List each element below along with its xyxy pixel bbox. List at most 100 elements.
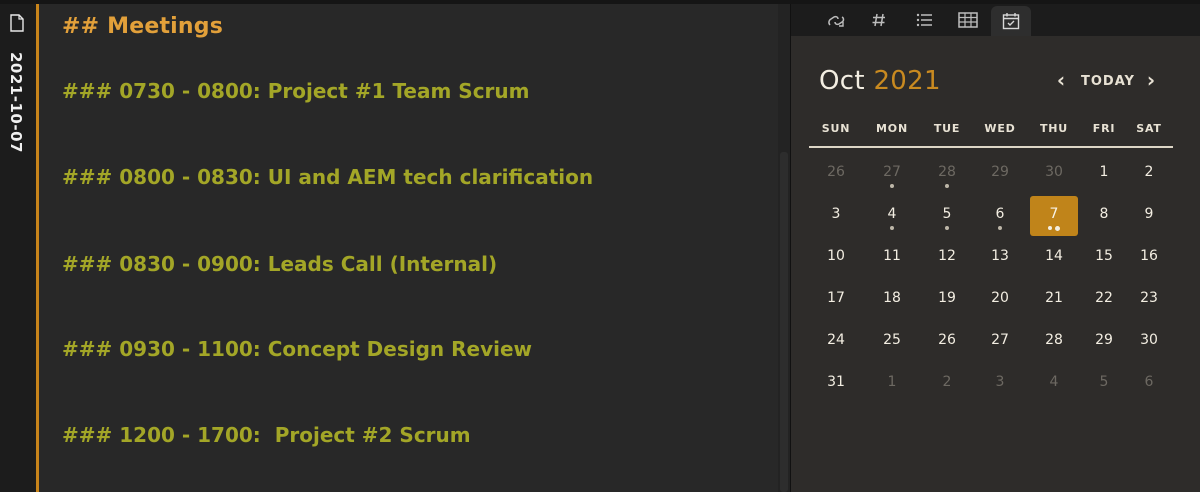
dot-icon bbox=[890, 226, 894, 230]
calendar-day[interactable]: 4 bbox=[868, 196, 916, 236]
day-number: 24 bbox=[827, 332, 845, 348]
calendar-day[interactable]: 1 bbox=[868, 364, 916, 404]
calendar-day[interactable]: 6 bbox=[976, 196, 1024, 236]
weekday-label: WED bbox=[984, 122, 1016, 135]
day-number: 2 bbox=[1144, 164, 1154, 180]
calendar-month: Oct bbox=[819, 66, 865, 96]
day-number: 16 bbox=[1140, 248, 1158, 264]
day-number: 13 bbox=[991, 248, 1009, 264]
editor-scrollbar-thumb[interactable] bbox=[780, 152, 788, 492]
day-number: 26 bbox=[938, 332, 956, 348]
today-button[interactable]: TODAY bbox=[1081, 74, 1135, 89]
hollow-dot-icon bbox=[1055, 225, 1060, 231]
right-sidebar: Oct 2021 ‹ TODAY › SUN MON TUE WED THU FRI SAT… bbox=[791, 4, 1200, 492]
calendar-day[interactable]: 2 bbox=[923, 364, 971, 404]
calendar-day[interactable]: 15 bbox=[1080, 238, 1128, 278]
calendar-day-today[interactable]: 7 bbox=[1030, 196, 1078, 236]
day-number: 28 bbox=[938, 164, 956, 180]
note-indicator-dots bbox=[868, 184, 916, 190]
calendar-day[interactable]: 31 bbox=[812, 364, 860, 404]
calendar-day[interactable]: 29 bbox=[1080, 322, 1128, 362]
calendar-day[interactable]: 16 bbox=[1125, 238, 1173, 278]
calendar-day[interactable]: 22 bbox=[1080, 280, 1128, 320]
calendar-day[interactable]: 29 bbox=[976, 154, 1024, 194]
calendar-day[interactable]: 4 bbox=[1030, 364, 1078, 404]
calendar-day[interactable]: 9 bbox=[1125, 196, 1173, 236]
calendar-day[interactable]: 30 bbox=[1125, 322, 1173, 362]
day-number: 8 bbox=[1099, 206, 1109, 222]
dot-icon bbox=[945, 184, 949, 188]
day-number: 23 bbox=[1140, 290, 1158, 306]
calendar-day[interactable]: 13 bbox=[976, 238, 1024, 278]
calendar-day[interactable]: 20 bbox=[976, 280, 1024, 320]
calendar-day[interactable]: 23 bbox=[1125, 280, 1173, 320]
day-number: 3 bbox=[995, 374, 1005, 390]
calendar-day[interactable]: 6 bbox=[1125, 364, 1173, 404]
weekday-label: THU bbox=[1039, 122, 1069, 135]
weekday-label: SAT bbox=[1136, 122, 1162, 135]
note-indicator-dots bbox=[976, 226, 1024, 232]
calendar-day[interactable]: 27 bbox=[868, 154, 916, 194]
calendar-day[interactable]: 24 bbox=[812, 322, 860, 362]
calendar-day[interactable]: 19 bbox=[923, 280, 971, 320]
note-tab-title[interactable]: 2021-10-07 bbox=[7, 52, 25, 153]
outline-list-icon bbox=[916, 13, 932, 27]
meeting-heading: ### 0730 - 0800: Project #1 Team Scrum bbox=[62, 79, 530, 103]
calendar-day[interactable]: 12 bbox=[923, 238, 971, 278]
calendar-day[interactable]: 17 bbox=[812, 280, 860, 320]
tab-table[interactable] bbox=[948, 6, 988, 34]
markdown-editor[interactable]: ## Meetings ### 0730 - 0800: Project #1 … bbox=[39, 4, 778, 492]
calendar-day[interactable]: 26 bbox=[812, 154, 860, 194]
calendar-year: 2021 bbox=[873, 66, 941, 96]
calendar-day[interactable]: 5 bbox=[923, 196, 971, 236]
note-indicator-dots bbox=[923, 226, 971, 232]
day-number: 22 bbox=[1095, 290, 1113, 306]
calendar-check-icon bbox=[1002, 13, 1020, 30]
chevron-right-icon[interactable]: › bbox=[1143, 70, 1159, 90]
meetings-heading: ## Meetings bbox=[62, 14, 224, 39]
tab-backlinks[interactable] bbox=[816, 6, 856, 34]
calendar-day[interactable]: 28 bbox=[1030, 322, 1078, 362]
calendar-day[interactable]: 28 bbox=[923, 154, 971, 194]
calendar-day[interactable]: 10 bbox=[812, 238, 860, 278]
note-indicator-dots bbox=[1030, 225, 1078, 232]
calendar-day[interactable]: 18 bbox=[868, 280, 916, 320]
calendar-day[interactable]: 3 bbox=[812, 196, 860, 236]
meeting-heading: ### 0800 - 0830: UI and AEM tech clarifi… bbox=[62, 165, 594, 189]
calendar-day[interactable]: 26 bbox=[923, 322, 971, 362]
day-number: 2 bbox=[942, 374, 952, 390]
calendar-day[interactable]: 27 bbox=[976, 322, 1024, 362]
calendar-day[interactable]: 11 bbox=[868, 238, 916, 278]
day-number: 30 bbox=[1140, 332, 1158, 348]
calendar-view: Oct 2021 ‹ TODAY › SUN MON TUE WED THU FRI SAT… bbox=[791, 36, 1200, 492]
calendar-day[interactable]: 2 bbox=[1125, 154, 1173, 194]
day-number: 27 bbox=[883, 164, 901, 180]
day-number: 11 bbox=[883, 248, 901, 264]
tab-tags[interactable] bbox=[859, 6, 899, 34]
day-number: 12 bbox=[938, 248, 956, 264]
note-indicator-dots bbox=[868, 226, 916, 232]
vertical-tab-strip: 2021-10-07 bbox=[0, 4, 39, 492]
meeting-heading: ### 0830 - 0900: Leads Call (Internal) bbox=[62, 252, 498, 276]
calendar-day[interactable]: 3 bbox=[976, 364, 1024, 404]
calendar-day[interactable]: 1 bbox=[1080, 154, 1128, 194]
day-number: 15 bbox=[1095, 248, 1113, 264]
day-number: 3 bbox=[831, 206, 841, 222]
day-number: 27 bbox=[991, 332, 1009, 348]
calendar-day[interactable]: 30 bbox=[1030, 154, 1078, 194]
calendar-day[interactable]: 8 bbox=[1080, 196, 1128, 236]
meeting-heading: ### 0930 - 1100: Concept Design Review bbox=[62, 337, 533, 361]
day-number: 28 bbox=[1045, 332, 1063, 348]
day-number: 9 bbox=[1144, 206, 1154, 222]
file-icon[interactable] bbox=[10, 14, 24, 32]
calendar-day[interactable]: 21 bbox=[1030, 280, 1078, 320]
calendar-day[interactable]: 14 bbox=[1030, 238, 1078, 278]
tab-outline[interactable] bbox=[904, 6, 944, 34]
tab-calendar[interactable] bbox=[991, 6, 1031, 36]
calendar-day[interactable]: 25 bbox=[868, 322, 916, 362]
day-number: 31 bbox=[827, 374, 845, 390]
weekday-label: TUE bbox=[933, 122, 961, 135]
day-number: 10 bbox=[827, 248, 845, 264]
calendar-day[interactable]: 5 bbox=[1080, 364, 1128, 404]
chevron-left-icon[interactable]: ‹ bbox=[1053, 70, 1069, 90]
